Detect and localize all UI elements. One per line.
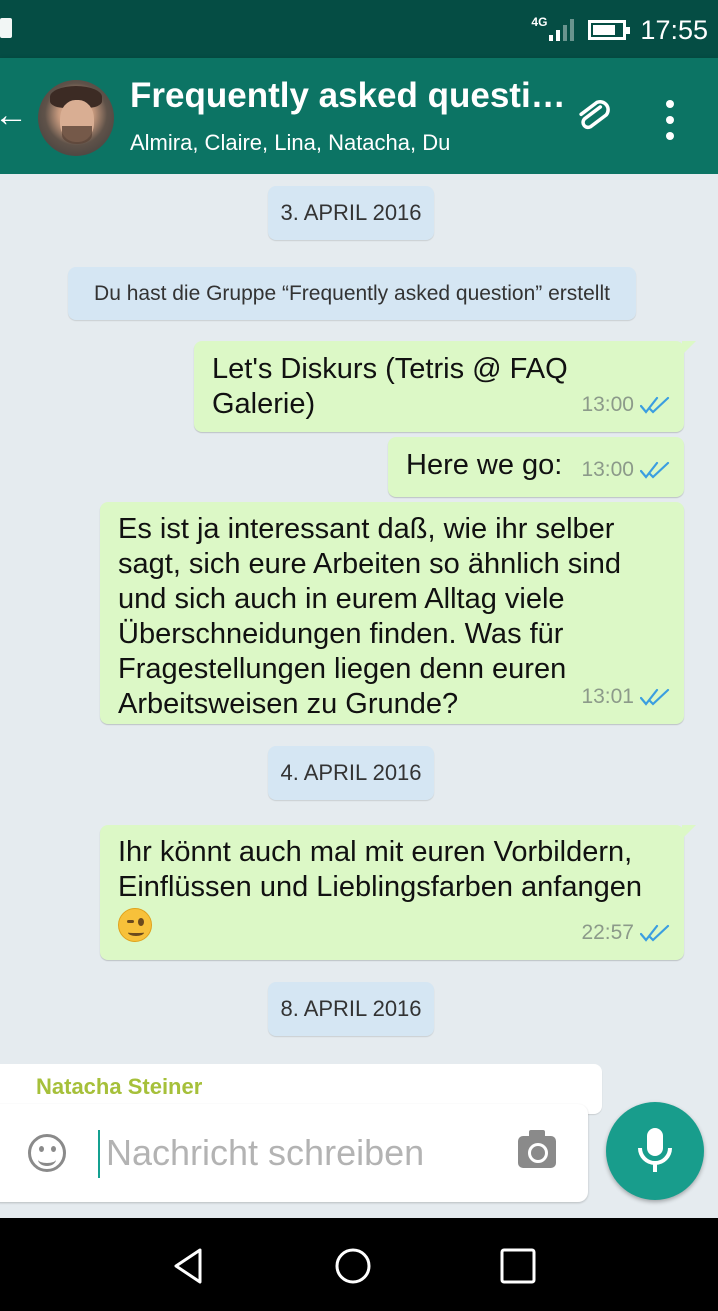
emoji-picker-icon[interactable] xyxy=(28,1134,66,1172)
message-meta: 13:01 xyxy=(581,679,670,714)
chat-members[interactable]: Almira, Claire, Lina, Natacha, Du xyxy=(130,130,450,156)
read-ticks-icon xyxy=(640,688,670,706)
battery-icon xyxy=(588,20,631,40)
winking-face-emoji-icon xyxy=(118,908,152,943)
camera-icon[interactable] xyxy=(518,1130,556,1168)
message-meta: 13:00 xyxy=(581,387,670,422)
message-line: und sich auch in eurem Alltag viele xyxy=(118,583,565,615)
date-divider: 3. APRIL 2016 xyxy=(268,186,434,240)
avatar-beard xyxy=(62,126,92,144)
nav-recents-icon[interactable] xyxy=(498,1246,538,1286)
sender-name: Natacha Steiner xyxy=(36,1074,203,1099)
read-ticks-icon xyxy=(640,461,670,479)
message-composer xyxy=(0,1104,588,1202)
chat-title[interactable]: Frequently asked questi… xyxy=(130,76,566,116)
signal-icon xyxy=(549,19,575,41)
message-line: Einflüssen und Lieblingsfarben anfangen xyxy=(118,871,643,903)
message-line: sagt, sich eure Arbeiten so ähnlich sind xyxy=(118,548,621,580)
message-bubble[interactable]: Let's Diskurs (Tetris @ FAQ Galerie) 13:… xyxy=(194,341,696,432)
nav-home-icon[interactable] xyxy=(333,1246,373,1286)
message-bubble[interactable]: Es ist ja interessant daß, wie ihr selbe… xyxy=(100,502,684,724)
read-ticks-icon xyxy=(640,396,670,414)
chat-area[interactable]: 3. APRIL 2016 Du hast die Gruppe “Freque… xyxy=(0,174,718,1218)
back-arrow-icon[interactable]: ← xyxy=(0,98,28,132)
message-input[interactable] xyxy=(106,1124,486,1182)
more-options-icon[interactable] xyxy=(662,100,678,140)
chat-header: ← Frequently asked questi… Almira, Clair… xyxy=(0,58,718,174)
system-nav-bar xyxy=(0,1218,718,1311)
network-type: 4G xyxy=(531,15,548,29)
system-message: Du hast die Gruppe “Frequently asked que… xyxy=(68,267,636,320)
message-line: Es ist ja interessant daß, wie ihr selbe… xyxy=(118,513,615,545)
microphone-icon xyxy=(638,1128,672,1172)
message-meta: 22:57 xyxy=(581,915,670,950)
voice-message-button[interactable] xyxy=(606,1102,704,1200)
date-divider: 8. APRIL 2016 xyxy=(268,982,434,1036)
message-bubble[interactable]: Ihr könnt auch mal mit euren Vorbildern,… xyxy=(100,825,696,960)
read-ticks-icon xyxy=(640,924,670,942)
notification-icon xyxy=(0,18,12,38)
message-time: 13:00 xyxy=(581,393,634,416)
message-meta: 13:00 xyxy=(581,452,670,487)
clock: 17:55 xyxy=(640,14,708,45)
date-divider: 4. APRIL 2016 xyxy=(268,746,434,800)
nav-back-icon[interactable] xyxy=(168,1246,208,1286)
message-time: 22:57 xyxy=(581,921,634,944)
attach-paperclip-icon[interactable] xyxy=(573,96,613,136)
text-cursor xyxy=(98,1130,100,1178)
message-bubble[interactable]: Here we go: 13:00 xyxy=(388,437,684,497)
status-indicators: 4G 17:55 xyxy=(531,10,708,50)
group-avatar[interactable] xyxy=(38,80,114,156)
message-line: Ihr könnt auch mal mit euren Vorbildern, xyxy=(118,836,633,868)
message-line: Überschneidungen finden. Was für xyxy=(118,618,564,650)
status-bar: 4G 17:55 xyxy=(0,0,718,58)
message-time: 13:01 xyxy=(581,685,634,708)
message-time: 13:00 xyxy=(581,458,634,481)
